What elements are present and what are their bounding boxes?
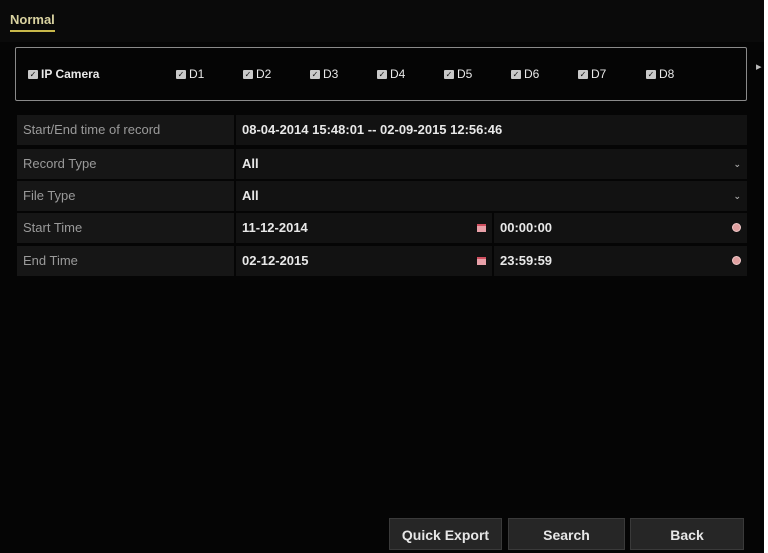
channel-label: D7 bbox=[591, 67, 607, 81]
record-type-label: Record Type bbox=[17, 149, 234, 179]
checkbox-checked-icon: ✓ bbox=[243, 69, 253, 79]
checkbox-checked-icon: ✓ bbox=[444, 69, 454, 79]
end-time-value: 23:59:59 bbox=[500, 253, 553, 268]
start-date-value: 11-12-2014 bbox=[242, 220, 308, 235]
tab-bar: Normal bbox=[0, 0, 764, 42]
record-range-value: 08-04-2014 15:48:01 -- 02-09-2015 12:56:… bbox=[236, 115, 747, 145]
camera-selection-group: ✓ IP Camera ✓ D1 ✓ D2 ✓ D3 ✓ D4 ✓ D5 ✓ D… bbox=[15, 47, 747, 101]
chevron-down-icon: ⌄ bbox=[733, 159, 741, 169]
channel-label: D3 bbox=[323, 67, 339, 81]
channel-label: D8 bbox=[659, 67, 675, 81]
end-date-value: 02-12-2015 bbox=[242, 253, 309, 268]
checkbox-checked-icon: ✓ bbox=[310, 69, 320, 79]
checkbox-checked-icon: ✓ bbox=[176, 69, 186, 79]
file-type-value: All bbox=[242, 188, 259, 203]
channel-checkbox-d8[interactable]: ✓ D8 bbox=[646, 67, 674, 81]
clock-icon[interactable] bbox=[732, 223, 741, 232]
file-type-label: File Type bbox=[17, 181, 234, 211]
channel-checkbox-d3[interactable]: ✓ D3 bbox=[310, 67, 338, 81]
checkbox-checked-icon: ✓ bbox=[511, 69, 521, 79]
channel-label: D4 bbox=[390, 67, 406, 81]
channel-label: D1 bbox=[189, 67, 205, 81]
back-button[interactable]: Back bbox=[630, 518, 744, 550]
record-type-row: Record Type All ⌄ bbox=[17, 149, 747, 179]
calendar-icon[interactable] bbox=[477, 257, 486, 265]
channel-checkbox-d7[interactable]: ✓ D7 bbox=[578, 67, 606, 81]
start-time-field[interactable]: 00:00:00 bbox=[494, 213, 747, 243]
tab-normal[interactable]: Normal bbox=[10, 12, 55, 32]
checkbox-checked-icon: ✓ bbox=[377, 69, 387, 79]
playback-search-screen: Normal ▸ ✓ IP Camera ✓ D1 ✓ D2 ✓ D3 ✓ D4… bbox=[0, 0, 764, 553]
end-date-field[interactable]: 02-12-2015 bbox=[236, 246, 492, 276]
channel-label: D2 bbox=[256, 67, 272, 81]
chevron-down-icon: ⌄ bbox=[733, 191, 741, 201]
ip-camera-checkbox[interactable]: ✓ IP Camera bbox=[28, 67, 99, 81]
record-type-value: All bbox=[242, 156, 259, 171]
start-time-row: Start Time 11-12-2014 00:00:00 bbox=[17, 213, 747, 243]
file-type-select[interactable]: All ⌄ bbox=[236, 181, 747, 211]
chevron-right-icon[interactable]: ▸ bbox=[756, 60, 762, 73]
record-range-row: Start/End time of record 08-04-2014 15:4… bbox=[17, 115, 747, 145]
channel-label: D5 bbox=[457, 67, 473, 81]
record-range-label: Start/End time of record bbox=[17, 115, 234, 145]
ip-camera-label: IP Camera bbox=[41, 67, 100, 81]
end-time-label: End Time bbox=[17, 246, 234, 276]
quick-export-button[interactable]: Quick Export bbox=[389, 518, 502, 550]
clock-icon[interactable] bbox=[732, 256, 741, 265]
record-type-select[interactable]: All ⌄ bbox=[236, 149, 747, 179]
checkbox-checked-icon: ✓ bbox=[578, 69, 588, 79]
channel-checkbox-d4[interactable]: ✓ D4 bbox=[377, 67, 405, 81]
channel-checkbox-d1[interactable]: ✓ D1 bbox=[176, 67, 204, 81]
file-type-row: File Type All ⌄ bbox=[17, 181, 747, 211]
start-time-value: 00:00:00 bbox=[500, 220, 553, 235]
channel-checkbox-d6[interactable]: ✓ D6 bbox=[511, 67, 539, 81]
channel-label: D6 bbox=[524, 67, 540, 81]
channel-checkbox-d2[interactable]: ✓ D2 bbox=[243, 67, 271, 81]
checkbox-checked-icon: ✓ bbox=[28, 69, 38, 79]
end-time-row: End Time 02-12-2015 23:59:59 bbox=[17, 246, 747, 276]
start-date-field[interactable]: 11-12-2014 bbox=[236, 213, 492, 243]
channel-checkbox-d5[interactable]: ✓ D5 bbox=[444, 67, 472, 81]
checkbox-checked-icon: ✓ bbox=[646, 69, 656, 79]
search-button[interactable]: Search bbox=[508, 518, 625, 550]
start-time-label: Start Time bbox=[17, 213, 234, 243]
end-time-field[interactable]: 23:59:59 bbox=[494, 246, 747, 276]
calendar-icon[interactable] bbox=[477, 224, 486, 232]
